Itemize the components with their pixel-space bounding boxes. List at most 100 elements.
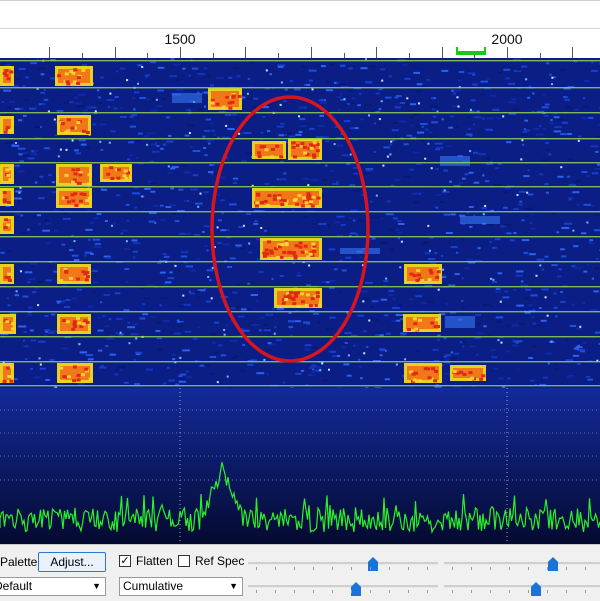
noise-speck [41, 103, 45, 105]
noise-speck-bright [307, 184, 309, 186]
noise-speck [467, 116, 470, 118]
signal-speck [276, 256, 280, 259]
bins-slider-track[interactable] [248, 562, 438, 565]
tx-frequency-marker[interactable] [456, 51, 486, 55]
flatten-checkbox[interactable]: ✓ [119, 555, 131, 567]
zero-slider-track[interactable] [248, 585, 438, 588]
waterfall-grid-line [0, 286, 600, 287]
noise-speck [151, 182, 157, 184]
noise-speck [564, 223, 572, 225]
waterfall-canvas[interactable] [0, 58, 600, 388]
noise-speck [210, 356, 217, 358]
frequency-ruler[interactable]: 1500 2000 [0, 0, 600, 59]
noise-speck [295, 373, 301, 375]
noise-speck [363, 298, 371, 300]
noise-speck-bright [212, 267, 214, 269]
noise-speck-bright [348, 354, 350, 356]
spectrum-mode-select[interactable]: Cumulative ▼ [119, 577, 243, 596]
spectrum-display[interactable] [0, 388, 600, 544]
signal-speck [65, 73, 69, 76]
noise-speck [120, 116, 127, 118]
noise-speck [242, 344, 245, 346]
noise-speck [399, 121, 405, 123]
noise-speck-bright [458, 106, 460, 108]
noise-speck [94, 276, 96, 278]
noise-speck [374, 151, 376, 153]
noise-speck [133, 323, 138, 325]
flatten-label: Flatten [136, 554, 173, 568]
slider-tick [452, 567, 453, 570]
noise-speck [122, 230, 128, 232]
noise-speck [589, 239, 593, 241]
signal-speck [435, 276, 439, 279]
noise-speck-bright [406, 97, 408, 99]
noise-speck [446, 145, 452, 147]
signal-speck [225, 96, 229, 99]
waterfall-display[interactable] [0, 58, 600, 388]
start-slider-track[interactable] [444, 562, 600, 565]
noise-speck [265, 183, 270, 185]
signal-speck [8, 178, 12, 181]
noise-speck [465, 173, 469, 175]
noise-speck [527, 97, 530, 99]
noise-speck [252, 106, 256, 108]
noise-speck [155, 142, 157, 144]
noise-speck-bright [298, 115, 300, 117]
signal-speck [62, 319, 66, 322]
gain-slider-track[interactable] [444, 585, 600, 588]
signal-speck [67, 200, 71, 203]
noise-speck [158, 67, 165, 69]
noise-speck-bright [368, 114, 370, 116]
noise-speck [23, 340, 25, 342]
adjust-palette-button[interactable]: Adjust... [38, 552, 106, 572]
palette-select[interactable]: Default ▼ [0, 577, 106, 596]
noise-speck [227, 266, 232, 268]
noise-speck [259, 329, 262, 331]
noise-speck [516, 305, 524, 307]
noise-speck [295, 134, 301, 136]
noise-speck [451, 213, 456, 215]
noise-speck [595, 332, 600, 334]
signal-speck [311, 243, 315, 246]
noise-speck [321, 65, 326, 67]
signal-speck [282, 302, 286, 305]
noise-speck [486, 78, 490, 80]
noise-speck [142, 303, 146, 305]
noise-speck [105, 325, 110, 327]
noise-speck [202, 231, 205, 233]
noise-speck [37, 281, 43, 283]
noise-speck [276, 339, 282, 341]
noise-speck [172, 354, 176, 356]
noise-speck [542, 159, 550, 161]
ref-spec-checkbox[interactable] [178, 555, 190, 567]
noise-speck [283, 173, 286, 175]
noise-speck [365, 81, 372, 83]
slider-tick [452, 590, 453, 593]
signal-speck [412, 373, 416, 376]
noise-speck [116, 318, 123, 320]
noise-speck [132, 192, 140, 194]
noise-speck [521, 280, 524, 282]
signal-speck [309, 200, 313, 203]
noise-speck [461, 300, 464, 302]
noise-speck-bright [362, 300, 364, 302]
signal-speck [431, 367, 435, 370]
noise-speck [407, 135, 413, 137]
noise-speck [448, 127, 453, 129]
noise-speck [60, 160, 65, 162]
noise-speck [446, 232, 453, 234]
noise-speck [230, 340, 237, 342]
noise-speck [264, 230, 267, 232]
noise-speck [400, 332, 407, 334]
noise-speck [190, 292, 196, 294]
noise-speck [175, 220, 180, 222]
noise-speck [133, 109, 135, 111]
signal-speck [71, 127, 75, 130]
noise-speck [311, 347, 317, 349]
waterfall-grid-line [0, 311, 600, 312]
signal-speck [4, 131, 8, 134]
noise-speck [358, 359, 360, 361]
noise-speck [349, 67, 353, 69]
start-slider-thumb[interactable] [548, 557, 558, 571]
signal-speck [211, 101, 215, 104]
